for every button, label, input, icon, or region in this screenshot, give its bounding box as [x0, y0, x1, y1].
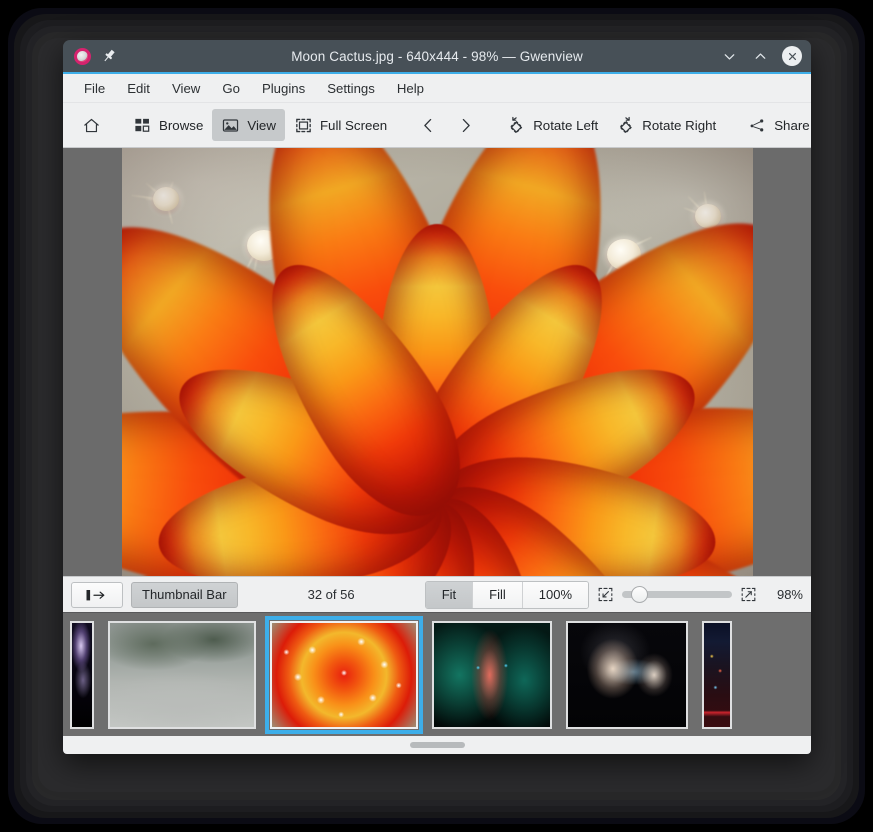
rotate-right-button[interactable]: Rotate Right — [607, 109, 725, 141]
browse-button[interactable]: Browse — [124, 109, 212, 141]
menu-item-go[interactable]: Go — [211, 78, 251, 99]
zoom-out-icon[interactable] — [597, 586, 614, 603]
zoom-slider[interactable] — [622, 585, 732, 605]
grid-browse-icon — [133, 116, 152, 135]
main-toolbar: Browse View — [63, 103, 811, 148]
menu-item-plugins[interactable]: Plugins — [251, 78, 316, 99]
close-button[interactable] — [782, 46, 802, 66]
view-label: View — [247, 118, 276, 133]
gwenview-window: Moon Cactus.jpg - 640x444 - 98% — Gwenvi… — [63, 40, 811, 754]
rotate-left-icon — [507, 116, 526, 135]
image-view-icon — [221, 116, 240, 135]
view-button[interactable]: View — [212, 109, 285, 141]
home-icon — [82, 116, 101, 135]
desktop-background: Moon Cactus.jpg - 640x444 - 98% — Gwenvi… — [0, 0, 873, 832]
minimize-button[interactable] — [720, 47, 738, 65]
full-screen-label: Full Screen — [320, 118, 387, 133]
menu-item-view[interactable]: View — [161, 78, 211, 99]
share-icon — [748, 116, 767, 135]
thumbnail-nebula-green[interactable] — [432, 621, 552, 729]
menu-item-file[interactable]: File — [73, 78, 116, 99]
rotate-left-label: Rotate Left — [533, 118, 598, 133]
current-image[interactable] — [122, 148, 753, 576]
rotate-left-button[interactable]: Rotate Left — [498, 109, 607, 141]
sidebar-toggle-icon — [82, 587, 112, 603]
share-button[interactable]: Share — [739, 109, 811, 141]
browse-label: Browse — [159, 118, 203, 133]
thumbnail-colliding-galaxies[interactable] — [566, 621, 688, 729]
pin-icon[interactable] — [101, 48, 117, 64]
chevron-left-icon — [419, 116, 438, 135]
zoom-percent-label: 98% — [765, 587, 803, 602]
status-bar: Thumbnail Bar 32 of 56 Fit Fill 100% — [63, 576, 811, 612]
previous-image-button[interactable] — [410, 109, 447, 141]
full-screen-button[interactable]: Full Screen — [285, 109, 396, 141]
thumbnail-bar[interactable] — [63, 612, 811, 736]
thumbnail-moon-cactus[interactable] — [270, 621, 418, 729]
thumbnail-scrollbar[interactable] — [63, 736, 811, 754]
title-bar[interactable]: Moon Cactus.jpg - 640x444 - 98% — Gwenvi… — [63, 40, 811, 74]
image-position-label: 32 of 56 — [246, 587, 417, 602]
rotate-right-icon — [616, 116, 635, 135]
menu-item-help[interactable]: Help — [386, 78, 435, 99]
zoom-fit-button[interactable]: Fit — [426, 582, 473, 608]
titlebar-left-icons — [63, 48, 117, 65]
menu-bar: File Edit View Go Plugins Settings Help — [63, 74, 811, 103]
sidebar-toggle-button[interactable] — [71, 582, 123, 608]
image-viewport[interactable] — [63, 148, 811, 576]
window-title: Moon Cactus.jpg - 640x444 - 98% — Gwenvi… — [63, 40, 811, 72]
maximize-button[interactable] — [751, 47, 769, 65]
thumbnail-bar-button[interactable]: Thumbnail Bar — [131, 582, 238, 608]
zoom-slider-handle[interactable] — [631, 586, 648, 603]
next-image-button[interactable] — [447, 109, 484, 141]
cactus-petals — [122, 148, 753, 576]
share-label: Share — [774, 118, 809, 133]
home-button[interactable] — [73, 109, 110, 141]
chevron-right-icon — [456, 116, 475, 135]
zoom-100-button[interactable]: 100% — [523, 582, 588, 608]
thumbnail-foggy-forest[interactable] — [108, 621, 256, 729]
thumbnail-scrollbar-handle[interactable] — [410, 742, 465, 748]
thumbnail-night-city[interactable] — [702, 621, 732, 729]
menu-item-settings[interactable]: Settings — [316, 78, 386, 99]
rotate-right-label: Rotate Right — [642, 118, 716, 133]
zoom-in-icon[interactable] — [740, 586, 757, 603]
menu-item-edit[interactable]: Edit — [116, 78, 161, 99]
fullscreen-icon — [294, 116, 313, 135]
window-controls — [720, 40, 802, 72]
zoom-mode-group: Fit Fill 100% — [425, 581, 589, 609]
gwenview-app-icon[interactable] — [74, 48, 91, 65]
zoom-fill-button[interactable]: Fill — [473, 582, 523, 608]
thumbnail-galaxy-purple[interactable] — [70, 621, 94, 729]
